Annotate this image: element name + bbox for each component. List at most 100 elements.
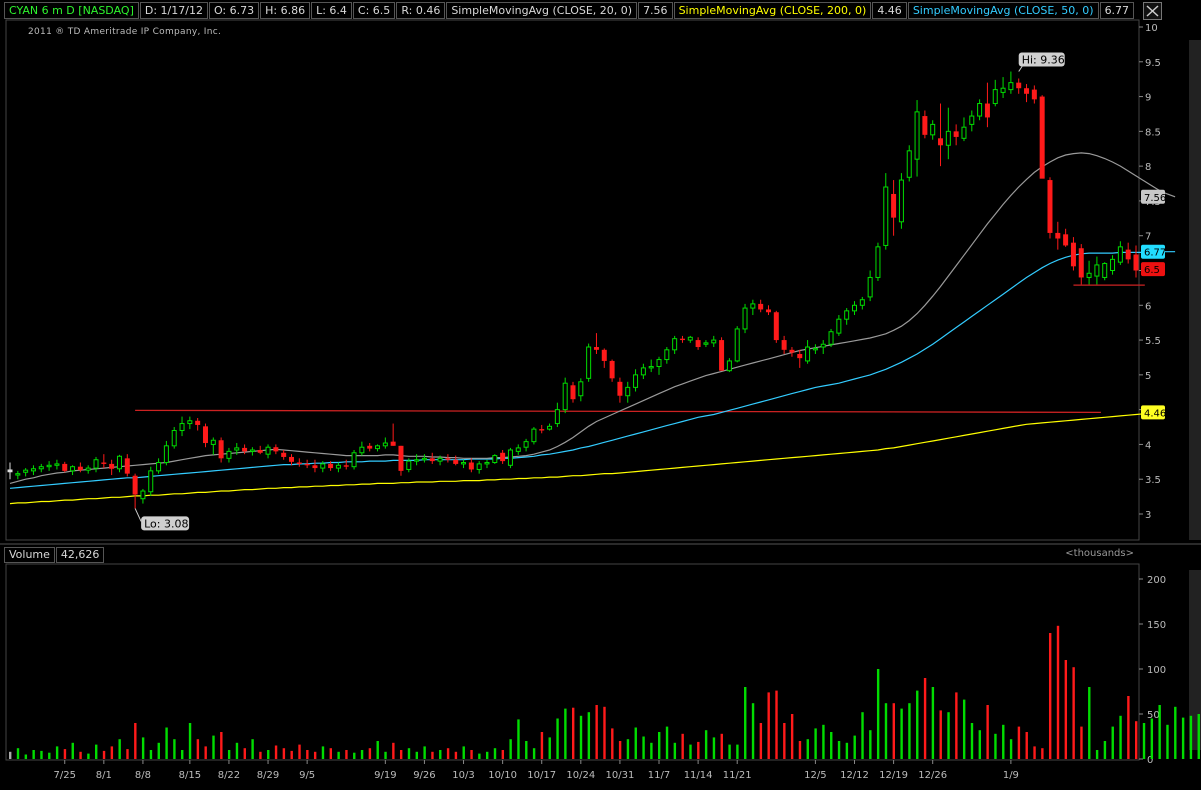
candle xyxy=(781,335,787,354)
candle xyxy=(906,145,912,182)
candle-body xyxy=(742,307,748,330)
date-tick-label: 11/21 xyxy=(723,770,752,781)
candle-body xyxy=(132,475,138,495)
candle-body xyxy=(898,179,904,223)
candle-body xyxy=(1086,272,1092,278)
volume-bar xyxy=(931,687,935,759)
volume-bar xyxy=(181,750,184,759)
volume-bar xyxy=(501,750,505,759)
volume-bar xyxy=(540,732,544,759)
candle xyxy=(797,349,803,368)
volume-bar xyxy=(603,706,606,759)
candle-body xyxy=(1063,234,1069,246)
candle-body xyxy=(328,463,334,469)
candle xyxy=(179,416,185,437)
candle xyxy=(312,459,318,473)
candle-body xyxy=(844,310,850,320)
candle-body xyxy=(257,449,263,453)
volume-bar xyxy=(1033,746,1036,759)
volume-bar xyxy=(235,742,239,759)
volume-bar xyxy=(55,746,59,759)
volume-bar xyxy=(1181,717,1185,759)
candle xyxy=(156,458,162,474)
candle xyxy=(648,359,654,373)
candle xyxy=(570,381,576,403)
volume-bar xyxy=(212,735,215,759)
candle-body xyxy=(531,428,537,443)
candle xyxy=(547,423,553,431)
volume-bar xyxy=(892,703,895,759)
date-tick-label: 10/10 xyxy=(488,770,517,781)
volume-bar xyxy=(916,690,919,759)
volume-bar xyxy=(353,752,356,759)
candle-body xyxy=(687,336,693,341)
candle xyxy=(38,463,44,473)
candle xyxy=(867,270,873,302)
volume-bar xyxy=(392,742,395,759)
volume-bar xyxy=(446,748,450,759)
volume-bar xyxy=(1135,721,1138,759)
volume-bar xyxy=(40,750,43,759)
candle xyxy=(601,348,607,368)
price-volume-chart[interactable]: 33.544.555.566.577.588.599.510 050100150… xyxy=(0,0,1201,790)
volume-bar xyxy=(63,749,67,759)
candle-body xyxy=(1102,263,1108,278)
volume-bar xyxy=(345,750,348,759)
candle-body xyxy=(765,309,771,313)
volume-bar xyxy=(204,746,207,759)
candle-body xyxy=(703,342,709,345)
candle-body xyxy=(586,346,592,379)
candle-body xyxy=(109,463,115,469)
volume-bar xyxy=(485,751,489,759)
volume-bar xyxy=(564,708,567,759)
candle xyxy=(859,296,865,310)
candle xyxy=(468,458,474,473)
candle xyxy=(1102,262,1108,281)
candle xyxy=(273,444,279,455)
candle xyxy=(351,449,357,470)
candle-body xyxy=(891,193,897,218)
volume-bar xyxy=(1088,687,1091,759)
volume-bar xyxy=(173,739,176,759)
sma20-badge-text: 7.56 xyxy=(1144,193,1166,204)
candle xyxy=(218,437,224,463)
price-tick-label: 9.5 xyxy=(1145,58,1161,69)
volume-bar xyxy=(798,741,802,759)
candle-body xyxy=(836,318,842,334)
volume-bar xyxy=(157,742,160,759)
volume-bar xyxy=(24,754,28,759)
volume-bar xyxy=(431,751,434,759)
date-tick-label: 12/5 xyxy=(804,770,826,781)
candle-body xyxy=(359,446,365,454)
candle xyxy=(625,381,631,403)
candle xyxy=(1094,256,1100,285)
candle xyxy=(62,461,68,473)
volume-bar xyxy=(1166,724,1169,759)
volume-label[interactable]: Volume xyxy=(4,547,55,563)
sma50-badge: 6.77 xyxy=(1141,244,1166,259)
candle xyxy=(124,454,130,477)
volume-bar xyxy=(579,715,583,759)
candle xyxy=(726,358,732,373)
candle-body xyxy=(226,450,232,459)
candle-body xyxy=(992,89,998,105)
date-tick-label: 12/19 xyxy=(879,770,908,781)
volume-bar xyxy=(454,751,458,759)
volume-bar xyxy=(650,742,653,759)
volume-bar xyxy=(783,723,786,759)
candle-body xyxy=(421,457,427,461)
price-panel-frame xyxy=(5,19,1140,541)
price-tick-label: 10 xyxy=(1145,23,1158,34)
candle-body xyxy=(23,469,29,473)
volume-bar xyxy=(165,727,168,759)
candle-body xyxy=(617,381,623,396)
volume-bar xyxy=(728,744,731,759)
candle xyxy=(750,299,756,316)
candle-body xyxy=(640,367,646,376)
candle-body xyxy=(859,299,865,306)
candle-body xyxy=(148,470,154,493)
candle-body xyxy=(445,458,451,460)
candle xyxy=(593,333,599,354)
candle xyxy=(633,369,639,392)
volume-bar xyxy=(712,737,716,759)
